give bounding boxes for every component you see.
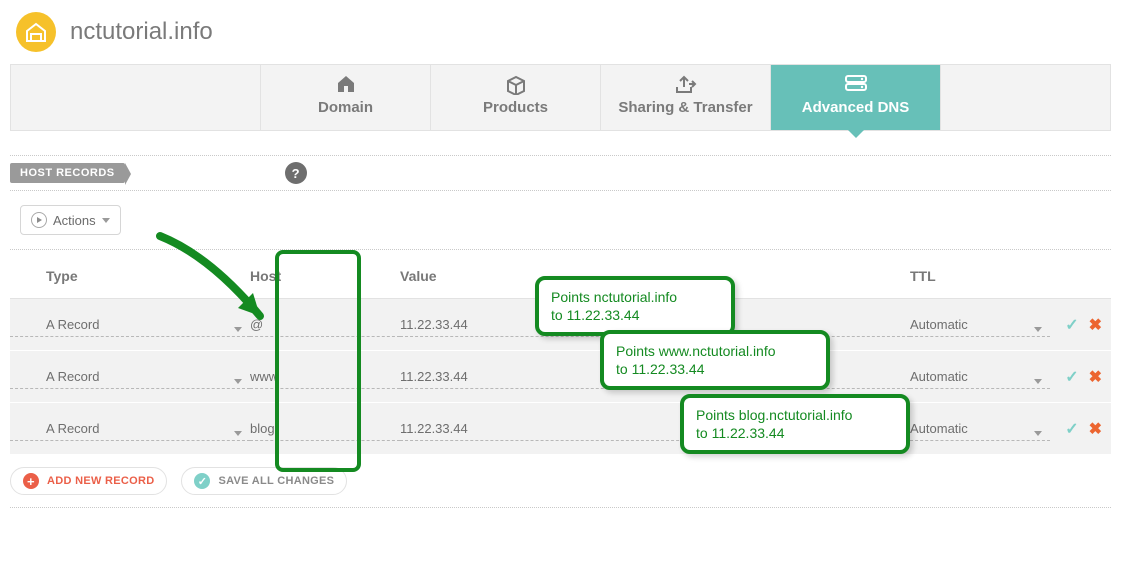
chevron-down-icon [234, 327, 242, 332]
host-input[interactable]: www [250, 369, 400, 389]
tab-label: Products [483, 99, 548, 116]
save-all-changes-button[interactable]: ✓ SAVE ALL CHANGES [181, 467, 347, 495]
help-icon[interactable]: ? [285, 162, 307, 184]
col-type: Type [10, 268, 250, 284]
type-select[interactable]: A Record [10, 421, 250, 441]
tab-products[interactable]: Products [431, 65, 601, 130]
tab-advanced-dns[interactable]: Advanced DNS [771, 65, 941, 130]
chevron-down-icon [102, 218, 110, 223]
value-input[interactable]: 11.22.33.44 [400, 317, 910, 337]
server-icon [771, 75, 940, 95]
delete-icon[interactable]: ✖ [1089, 419, 1102, 439]
host-input[interactable]: @ [250, 317, 400, 337]
delete-icon[interactable]: ✖ [1089, 315, 1102, 335]
actions-label: Actions [53, 213, 96, 228]
col-ttl: TTL [910, 268, 1050, 284]
footer-buttons: + ADD NEW RECORD ✓ SAVE ALL CHANGES [10, 455, 1111, 508]
ttl-select[interactable]: Automatic [910, 317, 1050, 337]
home-icon [261, 75, 430, 95]
brand-logo-icon [16, 12, 56, 52]
records-table: Type Host Value TTL A Record @ 11.22.33.… [10, 268, 1111, 455]
table-row: A Record www 11.22.33.44 Automatic ✓ ✖ [10, 351, 1111, 403]
share-icon [601, 75, 770, 95]
tab-sharing[interactable]: Sharing & Transfer [601, 65, 771, 130]
tab-bar: Domain Products Sharing & Transfer Advan… [10, 64, 1111, 131]
chevron-down-icon [234, 431, 242, 436]
ttl-select[interactable]: Automatic [910, 369, 1050, 389]
tab-spacer [11, 65, 261, 130]
table-row: A Record @ 11.22.33.44 Automatic ✓ ✖ [10, 299, 1111, 351]
delete-icon[interactable]: ✖ [1089, 367, 1102, 387]
box-icon [431, 75, 600, 95]
button-label: ADD NEW RECORD [47, 475, 154, 487]
table-header: Type Host Value TTL [10, 268, 1111, 299]
chevron-down-icon [1034, 379, 1042, 384]
tab-label: Sharing & Transfer [618, 99, 752, 116]
play-icon [31, 212, 47, 228]
col-value: Value [400, 268, 910, 284]
tab-label: Advanced DNS [802, 99, 910, 116]
button-label: SAVE ALL CHANGES [218, 475, 334, 487]
ttl-select[interactable]: Automatic [910, 421, 1050, 441]
page-header: nctutorial.info [0, 0, 1121, 64]
check-icon: ✓ [194, 473, 210, 489]
confirm-icon[interactable]: ✓ [1065, 315, 1078, 335]
section-band: HOST RECORDS ? [10, 155, 1111, 191]
section-label: HOST RECORDS [10, 163, 125, 183]
tab-domain[interactable]: Domain [261, 65, 431, 130]
confirm-icon[interactable]: ✓ [1065, 367, 1078, 387]
actions-row: Actions [10, 191, 1111, 250]
confirm-icon[interactable]: ✓ [1065, 419, 1078, 439]
value-input[interactable]: 11.22.33.44 [400, 369, 910, 389]
chevron-down-icon [1034, 431, 1042, 436]
chevron-down-icon [234, 379, 242, 384]
table-row: A Record blog 11.22.33.44 Automatic ✓ ✖ [10, 403, 1111, 455]
host-input[interactable]: blog [250, 421, 400, 441]
tab-label: Domain [318, 99, 373, 116]
actions-dropdown[interactable]: Actions [20, 205, 121, 235]
plus-icon: + [23, 473, 39, 489]
type-select[interactable]: A Record [10, 369, 250, 389]
tab-spacer [941, 65, 1110, 130]
col-host: Host [250, 268, 400, 284]
chevron-down-icon [1034, 327, 1042, 332]
add-new-record-button[interactable]: + ADD NEW RECORD [10, 467, 167, 495]
value-input[interactable]: 11.22.33.44 [400, 421, 910, 441]
domain-title: nctutorial.info [70, 18, 213, 46]
type-select[interactable]: A Record [10, 317, 250, 337]
